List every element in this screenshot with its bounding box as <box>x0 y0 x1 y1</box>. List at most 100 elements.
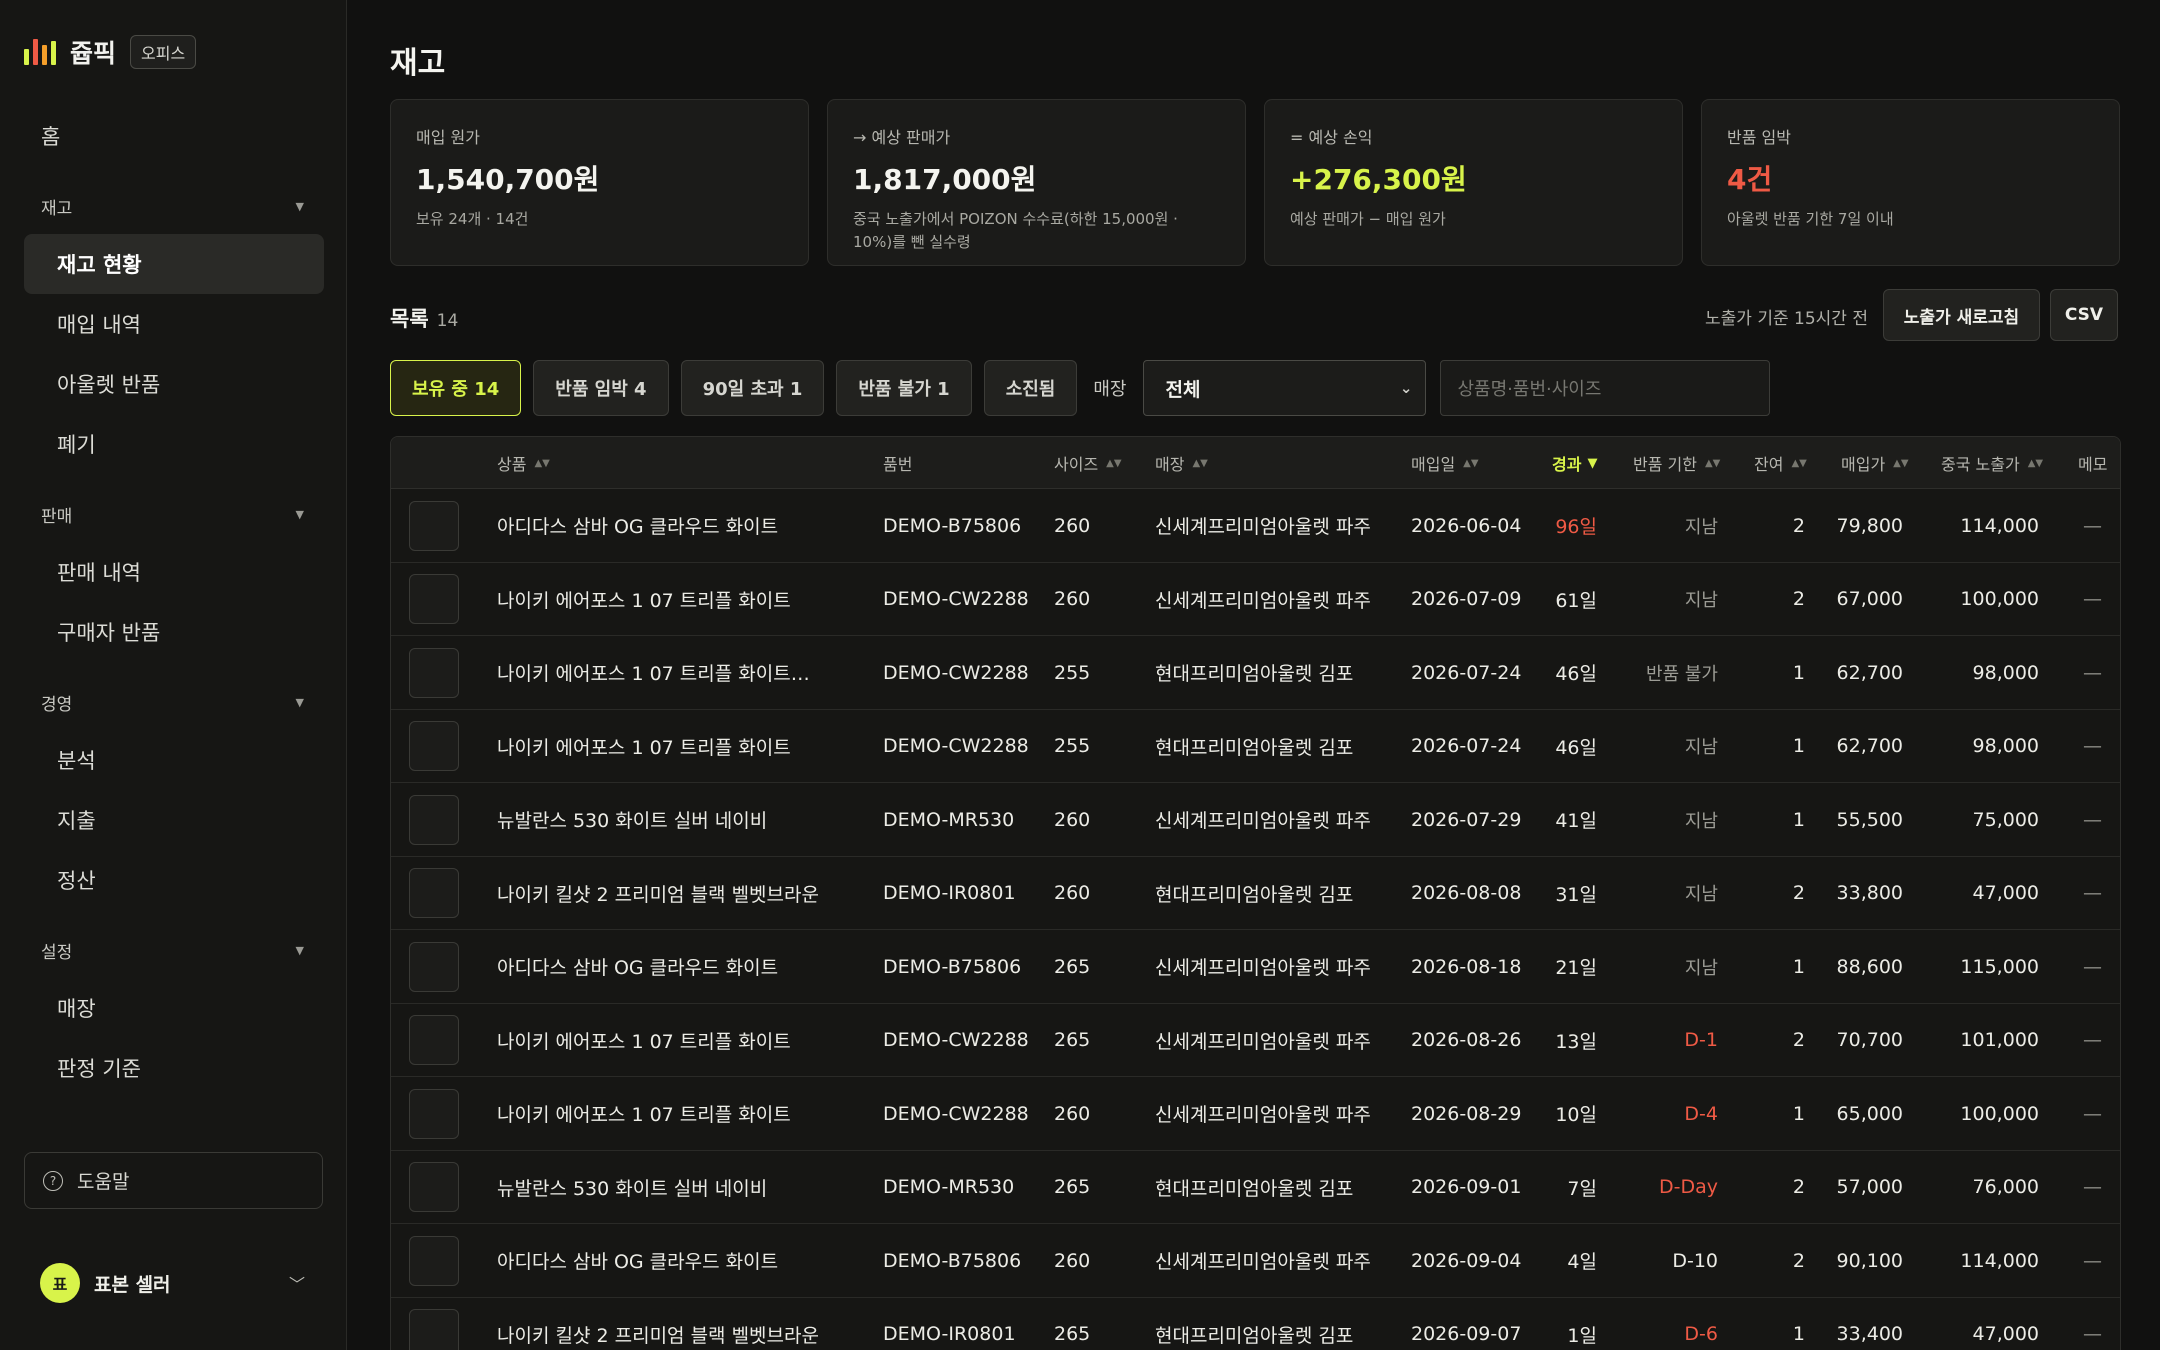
cell-size: 260 <box>1054 588 1091 610</box>
table-row[interactable]: 나이키 에어포스 1 07 트리플 화이트 DEMO-CW2288 260 신세계프리… <box>391 563 2120 636</box>
sidebar-nav: 홈 재고 ▼ 재고 현황 매입 내역 아울렛 반품 폐기 판매 ▼ 판매 내역 … <box>24 106 324 1098</box>
product-thumbnail <box>409 647 459 698</box>
table-row[interactable]: 아디다스 삼바 OG 클라우드 화이트 DEMO-B75806 260 신세계프리미엄… <box>391 1224 2120 1298</box>
card-label: 매입 원가 <box>416 128 480 147</box>
table-row[interactable]: 나이키 에어포스 1 07 트리플 화이트… DEMO-CW2288 255 현대프리… <box>391 636 2120 710</box>
column-header-remaining[interactable]: 잔여 ▲▼ <box>1754 437 1807 489</box>
cell-remain: 1 <box>1792 735 1805 757</box>
cell-memo[interactable]: — <box>2083 857 2102 930</box>
brand-name: 쥽픽 <box>70 39 117 68</box>
cell-cost: 55,500 <box>1836 808 1903 831</box>
table-row[interactable]: 나이키 에어포스 1 07 트리플 화이트 DEMO-CW2288 260 신세계프리… <box>391 1077 2120 1151</box>
table-row[interactable]: 아디다스 삼바 OG 클라우드 화이트 DEMO-B75806 265 신세계프리미엄… <box>391 930 2120 1004</box>
cell-size: 255 <box>1054 735 1091 757</box>
cell-size: 265 <box>1054 1029 1091 1051</box>
user-menu[interactable]: 표 표본 셀러 ﹀ <box>40 1263 305 1303</box>
cell-product: 나이키 킬샷 2 프리미엄 블랙 벨벳브라운 <box>497 883 819 906</box>
sidebar-item-criteria[interactable]: 판정 기준 <box>24 1038 324 1098</box>
brand[interactable]: 쥽픽 오피스 <box>24 34 197 70</box>
cell-size: 260 <box>1054 1249 1091 1272</box>
cell-remain: 2 <box>1792 588 1805 610</box>
column-header-elapsed[interactable]: 경과 ▼ <box>1552 437 1597 489</box>
sort-arrows-icon: ▲▼ <box>1463 457 1479 469</box>
cell-memo[interactable]: — <box>2083 1077 2102 1150</box>
cell-memo[interactable]: — <box>2083 930 2102 1003</box>
store-select[interactable]: 전체 ⌄ <box>1142 360 1426 416</box>
cell-thumbnail <box>409 1151 459 1224</box>
cell-sku: DEMO-IR0801 <box>883 882 1016 904</box>
table-row[interactable]: 아디다스 삼바 OG 클라우드 화이트 DEMO-B75806 260 신세계프리미엄… <box>391 489 2120 563</box>
table-row[interactable]: 나이키 킬샷 2 프리미엄 블랙 벨벳브라운 DEMO-IR0801 265 현대프리… <box>391 1298 2120 1350</box>
filter-chip-over-90[interactable]: 90일 초과 1 <box>680 360 825 416</box>
cell-elapsed: 41일 <box>1555 810 1597 832</box>
store-select-value: 전체 <box>1165 378 1201 401</box>
sidebar-item-settlement[interactable]: 정산 <box>24 850 324 910</box>
cell-memo[interactable]: — <box>2083 1004 2102 1077</box>
sidebar-item-stores[interactable]: 매장 <box>24 978 324 1038</box>
filter-chip-return-imminent[interactable]: 반품 임박 4 <box>533 360 669 416</box>
cell-deadline: D-Day <box>1658 1176 1718 1198</box>
sidebar-item-expenses[interactable]: 지출 <box>24 790 324 850</box>
cell-size: 255 <box>1054 661 1091 684</box>
card-sub: 예상 판매가 − 매입 원가 <box>1290 210 1446 228</box>
product-thumbnail <box>409 1015 459 1065</box>
cell-memo[interactable]: — <box>2083 710 2102 783</box>
chevron-down-icon: ▼ <box>295 199 304 213</box>
filter-chip-sold-out[interactable]: 소진됨 <box>983 360 1078 416</box>
sidebar-item-disposal[interactable]: 폐기 <box>24 414 324 474</box>
sidebar-item-sales-history[interactable]: 판매 내역 <box>24 542 324 602</box>
cell-sku: DEMO-CW2288 <box>883 661 1029 684</box>
cell-memo[interactable]: — <box>2083 783 2102 856</box>
sidebar-group-label: 판매 <box>41 506 73 527</box>
cell-size: 265 <box>1054 1323 1091 1345</box>
search-input[interactable]: 상품명·품번·사이즈 <box>1439 360 1770 416</box>
table-row[interactable]: 나이키 에어포스 1 07 트리플 화이트 DEMO-CW2288 255 현대프리미… <box>391 710 2120 783</box>
sidebar: 쥽픽 오피스 홈 재고 ▼ 재고 현황 매입 내역 아울렛 반품 폐기 판매 ▼… <box>0 0 347 1350</box>
sidebar-item-inventory-status[interactable]: 재고 현황 <box>24 234 324 294</box>
cell-memo[interactable]: — <box>2083 563 2102 636</box>
table-row[interactable]: 나이키 에어포스 1 07 트리플 화이트 DEMO-CW2288 265 신세계프리… <box>391 1004 2120 1077</box>
sidebar-group-settings[interactable]: 설정 ▼ <box>24 922 324 978</box>
refresh-price-button[interactable]: 노출가 새로고침 <box>1883 289 2040 341</box>
sidebar-item-buyer-returns[interactable]: 구매자 반품 <box>24 602 324 662</box>
help-circle-icon: ? <box>43 1170 63 1191</box>
sidebar-item-outlet-returns[interactable]: 아울렛 반품 <box>24 354 324 414</box>
table-row[interactable]: 뉴발란스 530 화이트 실버 네이비 DEMO-MR530 265 현대프리미엄아울… <box>391 1151 2120 1224</box>
cell-thumbnail <box>409 489 459 562</box>
table-row[interactable]: 뉴발란스 530 화이트 실버 네이비 DEMO-MR530 260 신세계프리미엄아… <box>391 783 2120 857</box>
cell-product: 아디다스 삼바 OG 클라우드 화이트 <box>497 516 779 538</box>
column-header-store[interactable]: 매장 ▲▼ <box>1155 437 1208 489</box>
cell-memo[interactable]: — <box>2083 1151 2102 1224</box>
cell-memo[interactable]: — <box>2083 1224 2102 1297</box>
sidebar-item-purchases[interactable]: 매입 내역 <box>24 294 324 354</box>
column-header-deadline[interactable]: 반품 기한 ▲▼ <box>1633 437 1720 489</box>
column-header-cn-price[interactable]: 중국 노출가 ▲▼ <box>1941 437 2043 489</box>
sidebar-item-home[interactable]: 홈 <box>24 106 324 166</box>
cell-cost: 90,100 <box>1836 1249 1903 1272</box>
column-header-date[interactable]: 매입일 ▲▼ <box>1411 437 1479 489</box>
sidebar-group-management[interactable]: 경영 ▼ <box>24 674 324 730</box>
filter-chip-holding[interactable]: 보유 중 14 <box>390 360 522 416</box>
cell-memo[interactable]: — <box>2083 489 2102 562</box>
filter-chip-no-return[interactable]: 반품 불가 1 <box>836 360 972 416</box>
sidebar-group-sales[interactable]: 판매 ▼ <box>24 486 324 542</box>
column-header-product[interactable]: 상품 ▲▼ <box>497 437 550 489</box>
cell-date: 2026-08-18 <box>1411 955 1522 978</box>
table-row[interactable]: 나이키 킬샷 2 프리미엄 블랙 벨벳브라운 DEMO-IR0801 260 현대프리… <box>391 857 2120 930</box>
sidebar-item-analytics[interactable]: 분석 <box>24 730 324 790</box>
help-button[interactable]: ? 도움말 <box>24 1152 323 1209</box>
sort-arrows-icon: ▲▼ <box>534 457 550 469</box>
column-header-size[interactable]: 사이즈 ▲▼ <box>1054 437 1122 489</box>
card-label: 반품 임박 <box>1727 128 1791 147</box>
cell-memo[interactable]: — <box>2083 636 2102 709</box>
cell-memo[interactable]: — <box>2083 1298 2102 1350</box>
sidebar-group-inventory[interactable]: 재고 ▼ <box>24 178 324 234</box>
csv-button[interactable]: CSV <box>2050 289 2118 341</box>
table-body: 아디다스 삼바 OG 클라우드 화이트 DEMO-B75806 260 신세계프리미엄… <box>391 489 2120 1350</box>
column-header-cost[interactable]: 매입가 ▲▼ <box>1841 437 1909 489</box>
cell-date: 2026-08-08 <box>1411 882 1522 904</box>
chevron-down-icon: ▼ <box>295 695 304 709</box>
chevron-down-icon: ▼ <box>295 507 304 521</box>
cell-product: 나이키 킬샷 2 프리미엄 블랙 벨벳브라운 <box>497 1324 819 1347</box>
cell-remain: 1 <box>1792 661 1805 684</box>
